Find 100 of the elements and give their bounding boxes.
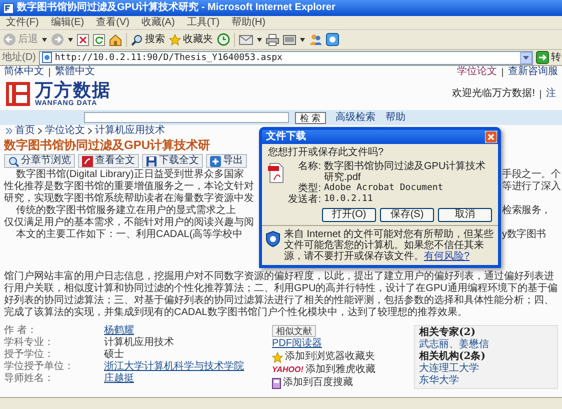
back-arrow-icon [3, 33, 16, 46]
abstract-text: 数字图书馆(Digital Library)正日益受到世界众多国家 [16, 169, 244, 180]
field-link[interactable]: 浙江大学计算机科学与技术学院 [104, 361, 244, 373]
institution-link[interactable]: 大连理工大学 [419, 363, 479, 375]
export-button[interactable]: 导出 [206, 154, 247, 168]
panel-heading: 相关机构(2条) [419, 351, 486, 362]
bookmark-link[interactable]: 添加到浏览器收藏夹 [272, 351, 408, 363]
field-label: 学科专业： [4, 337, 55, 349]
close-icon[interactable] [485, 131, 497, 143]
logo-icon [6, 82, 30, 106]
view-icon [82, 156, 93, 166]
search-submit-button[interactable]: 检 索 [295, 112, 326, 124]
go-arrow-icon [536, 51, 549, 64]
field-label: 导师姓名： [4, 373, 55, 385]
breadcrumb-link[interactable]: 计算机应用技术 [95, 125, 165, 137]
favorites-button[interactable]: 收藏夹 [169, 34, 213, 46]
caret-icon[interactable] [42, 38, 47, 42]
institution-link[interactable]: 东华大学 [419, 375, 459, 387]
history-icon[interactable] [217, 33, 230, 46]
field-link[interactable]: 庄越挺 [104, 373, 134, 385]
risk-link[interactable]: 有何风险? [424, 251, 470, 262]
mail-icon[interactable] [239, 34, 253, 45]
home-icon[interactable] [109, 34, 122, 46]
dialog-button[interactable]: 打开(O) [322, 208, 376, 222]
address-field[interactable]: http://10.0.2.11:90/D/Thesis_Y1640053.aspx [38, 50, 533, 64]
browse-button[interactable]: 分章节浏览 [4, 154, 75, 168]
menu-item[interactable]: 查看(V) [90, 16, 136, 28]
field-label: 发送者: [288, 194, 322, 205]
export-icon [210, 156, 221, 166]
bookmark-link[interactable]: YAHOO! 添加到雅虎收藏 [272, 364, 408, 376]
dialog-button[interactable]: 取消 [438, 208, 492, 222]
search-button[interactable]: 搜索 [131, 34, 165, 46]
dialog-question: 您想打开或保存此文件吗? [268, 147, 385, 159]
abstract-text: 性化推荐是数字图书馆的重要增值服务之一，本论文针对 [4, 181, 254, 192]
field-value: 数字图书馆协同过滤及GPU计算技术研究.pdf [324, 161, 487, 183]
search-link[interactable]: 高级检索 [336, 112, 376, 124]
menu-item[interactable]: 帮助(H) [226, 16, 272, 28]
language-link[interactable]: 简体中文 [4, 66, 44, 78]
menu-item[interactable]: 文件(F) [0, 16, 45, 28]
welcome-text: 欢迎光临万方数据! [452, 88, 535, 100]
caret-icon[interactable] [257, 38, 262, 42]
field-label: 名称: [297, 161, 322, 174]
language-link[interactable]: 繁體中文 [55, 66, 95, 78]
caret-icon[interactable] [68, 38, 73, 42]
dialog-title: 文件下载 [266, 131, 306, 143]
field-label: 授予学位： [4, 349, 55, 360]
field-value: 10.0.2.11 [324, 194, 373, 205]
search-link[interactable]: 帮助 [386, 112, 406, 124]
pdf-reader-link[interactable]: PDF阅读器 [272, 338, 322, 350]
messenger-icon[interactable] [326, 33, 339, 46]
menu-item[interactable]: 工具(T) [180, 16, 226, 28]
abstract-text: 本文的主要工作如下：一、利用CADAL(高等学校中 [16, 229, 243, 240]
field-label: 作 者： [4, 325, 38, 336]
abstract-text: 仅仅满足用户的基本需求，不能针对用户的阅读兴趣与阅 [4, 217, 254, 228]
page-icon [42, 52, 52, 63]
menu-item[interactable]: 编辑(E) [44, 16, 90, 28]
abstract-text: 研究，实现数字图书馆系统帮助读者在海量数字资源中发 [4, 193, 254, 204]
nav-link[interactable]: 学位论文 [457, 66, 497, 78]
dialog-button[interactable]: 保存(S) [380, 208, 434, 222]
nav-link[interactable]: 查新咨询服 [508, 66, 558, 78]
article-title: 数字图书馆协同过滤及GPU计算技术研 [4, 137, 210, 153]
expert-link[interactable]: 姜懋信 [459, 339, 489, 351]
refresh-icon[interactable] [93, 34, 105, 46]
similar-articles-button[interactable]: 相似文献 [272, 325, 316, 337]
bookmark-icon [272, 378, 281, 388]
breadcrumb-link[interactable]: 学位论文 [45, 125, 85, 137]
download-button[interactable]: 下载全文 [142, 154, 203, 168]
abstract-text: 传统的数字图书馆服务建立在用户的显式需求之上 [16, 205, 236, 216]
expert-link[interactable]: 武志丽 [419, 339, 449, 351]
stop-icon[interactable] [77, 34, 89, 46]
view-button[interactable]: 查看全文 [78, 154, 139, 168]
menu-item[interactable]: 收藏(A) [135, 16, 181, 28]
abstract-text: 等进行了深入 [502, 181, 560, 193]
abstract-text: 手段之一。个 [502, 169, 560, 180]
shield-icon [266, 231, 280, 247]
double-chevron-icon [6, 128, 12, 134]
go-button[interactable]: 转 [536, 51, 562, 64]
user-link[interactable]: 注 [546, 88, 556, 100]
search-field[interactable] [84, 112, 289, 123]
breadcrumb-link[interactable]: 首页 [15, 125, 35, 137]
list-separator: 、 [449, 339, 459, 350]
field-value: 硕士 [104, 349, 124, 360]
panel-heading: 相关专家(2) [419, 327, 476, 338]
browse-icon [8, 156, 19, 166]
download-icon [146, 156, 157, 166]
people-icon[interactable] [309, 33, 322, 46]
abstract-text: 馆门户网站丰富的用户日志信息，挖掘用户对不同数字资源的偏好程度，以此，提出了建立用户的偏好列表，通过偏好列表进行用户关联，相似度计算和协同过滤的个性化推荐算法；二、利用GPU的高并行特性，设计了在GPU通用编程环境下的基于偏好列表的协同过滤算法；三、对基于偏好列表的协同过滤算法进行了相关的性能评测，包括参数的选择和具体性能分析；四、完成了该算法的实现，并集成到现有的CADAL数字图书馆门户个性化模块中，达到了较理想的推荐效果。 [3, 271, 558, 319]
dropdown-button[interactable] [520, 52, 532, 64]
window-title: 数字图书馆协同过滤及GPU计算技术研究 - Microsoft Internet Explorer [17, 2, 336, 14]
caret-icon [523, 56, 529, 60]
caret-icon[interactable] [300, 38, 305, 42]
abstract-text: y数字图书 [502, 229, 546, 241]
field-link[interactable]: 杨鹤耀 [104, 325, 134, 337]
star-icon [272, 352, 283, 362]
bookmark-link[interactable]: 添加到百度搜藏 [272, 377, 408, 389]
address-label: 地址(D) [2, 52, 36, 64]
abstract-text: 检索服务， [502, 205, 551, 217]
print-icon[interactable] [266, 34, 279, 46]
search-icon [131, 34, 143, 46]
field-label: 学位授予单位： [4, 361, 75, 373]
